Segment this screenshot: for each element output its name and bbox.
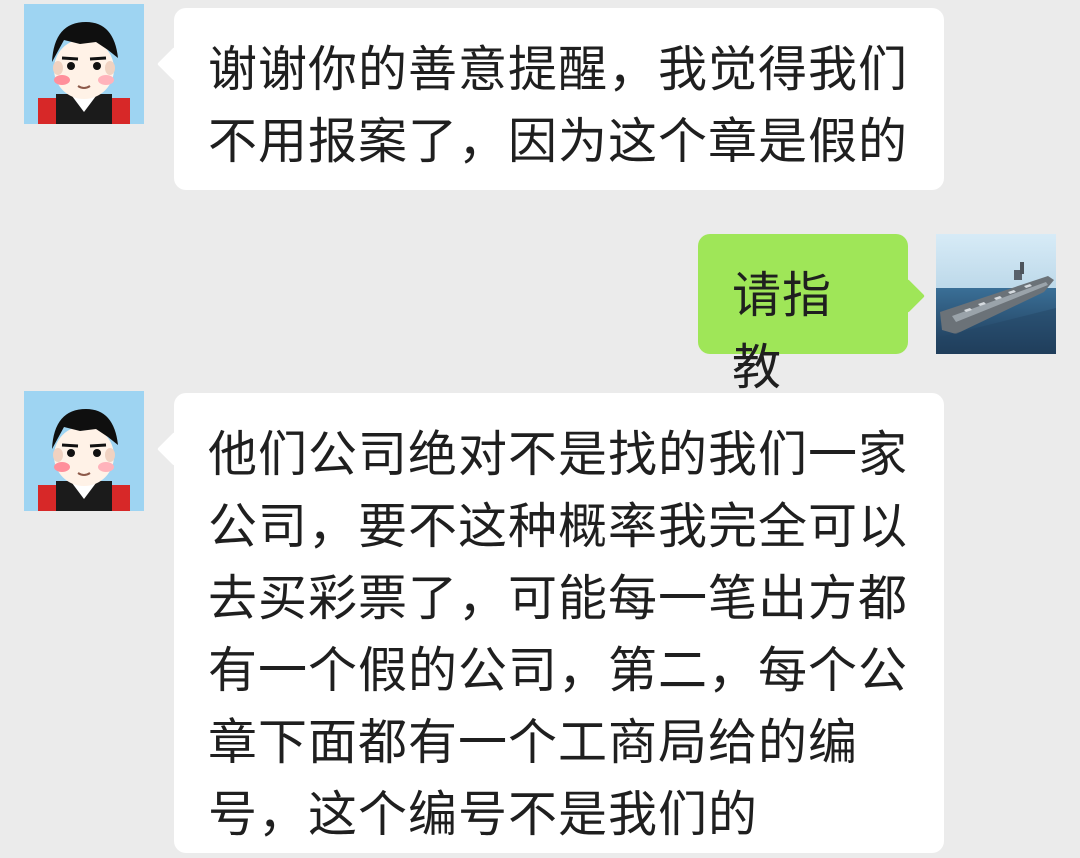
cartoon-boy-avatar-icon: [24, 4, 144, 124]
aircraft-carrier-avatar-icon: [936, 234, 1056, 354]
self-avatar[interactable]: [936, 234, 1056, 354]
message-text: 请指教: [732, 267, 833, 396]
message-bubble[interactable]: 他们公司绝对不是找的我们一家公司，要不这种概率我完全可以去买彩票了，可能每一笔出…: [174, 393, 944, 853]
message-bubble[interactable]: 请指教: [698, 234, 908, 396]
message-text: 他们公司绝对不是找的我们一家公司，要不这种概率我完全可以去买彩票了，可能每一笔出…: [208, 426, 909, 843]
message-text: 谢谢你的善意提醒，我觉得我们不用报案了，因为这个章是假的: [208, 41, 909, 170]
cartoon-boy-avatar-icon: [24, 391, 144, 511]
message-bubble[interactable]: 谢谢你的善意提醒，我觉得我们不用报案了，因为这个章是假的: [174, 8, 944, 190]
contact-avatar[interactable]: [24, 391, 144, 511]
contact-avatar[interactable]: [24, 4, 144, 124]
